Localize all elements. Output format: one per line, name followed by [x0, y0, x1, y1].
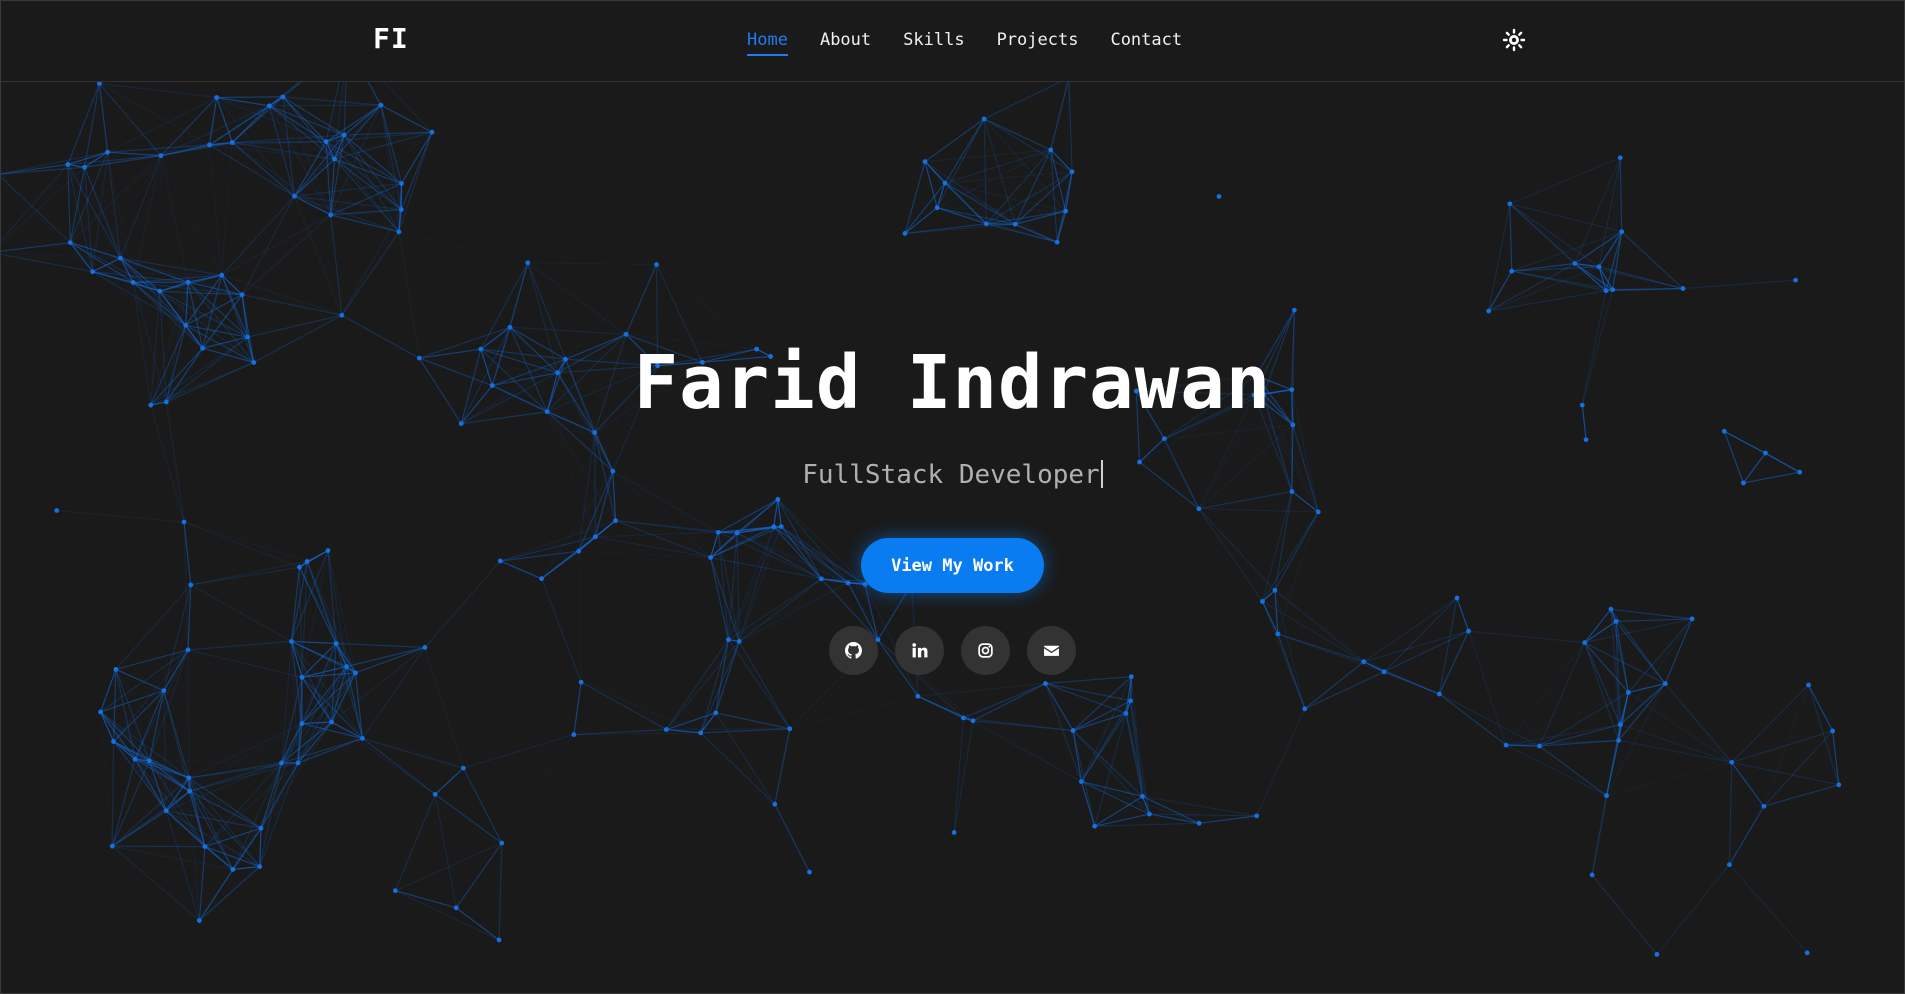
github-icon	[845, 642, 862, 659]
instagram-link[interactable]	[961, 626, 1010, 675]
github-link[interactable]	[829, 626, 878, 675]
nav-projects[interactable]: Projects	[997, 30, 1079, 56]
social-links	[829, 626, 1076, 675]
hero-role: FullStack Developer	[802, 460, 1100, 490]
linkedin-icon	[912, 643, 928, 658]
theme-toggle-button[interactable]	[1502, 28, 1526, 52]
linkedin-link[interactable]	[895, 626, 944, 675]
nav-skills[interactable]: Skills	[903, 30, 964, 56]
instagram-icon	[978, 643, 993, 658]
hero-role-line: FullStack Developer	[0, 460, 1905, 490]
envelope-icon	[1044, 645, 1059, 656]
logo[interactable]: FI	[373, 22, 409, 55]
nav-contact[interactable]: Contact	[1110, 30, 1182, 56]
main-nav: Home About Skills Projects Contact	[747, 30, 1182, 56]
nav-home[interactable]: Home	[747, 30, 788, 56]
view-my-work-button[interactable]: View My Work	[861, 538, 1044, 593]
typing-caret	[1100, 460, 1103, 488]
nav-about[interactable]: About	[820, 30, 871, 56]
email-link[interactable]	[1027, 626, 1076, 675]
hero-section: Farid Indrawan FullStack Developer View …	[0, 82, 1905, 994]
hero-name: Farid Indrawan	[633, 340, 1272, 426]
sun-icon	[1502, 28, 1526, 52]
navbar: FI Home About Skills Projects Contact	[0, 0, 1905, 82]
